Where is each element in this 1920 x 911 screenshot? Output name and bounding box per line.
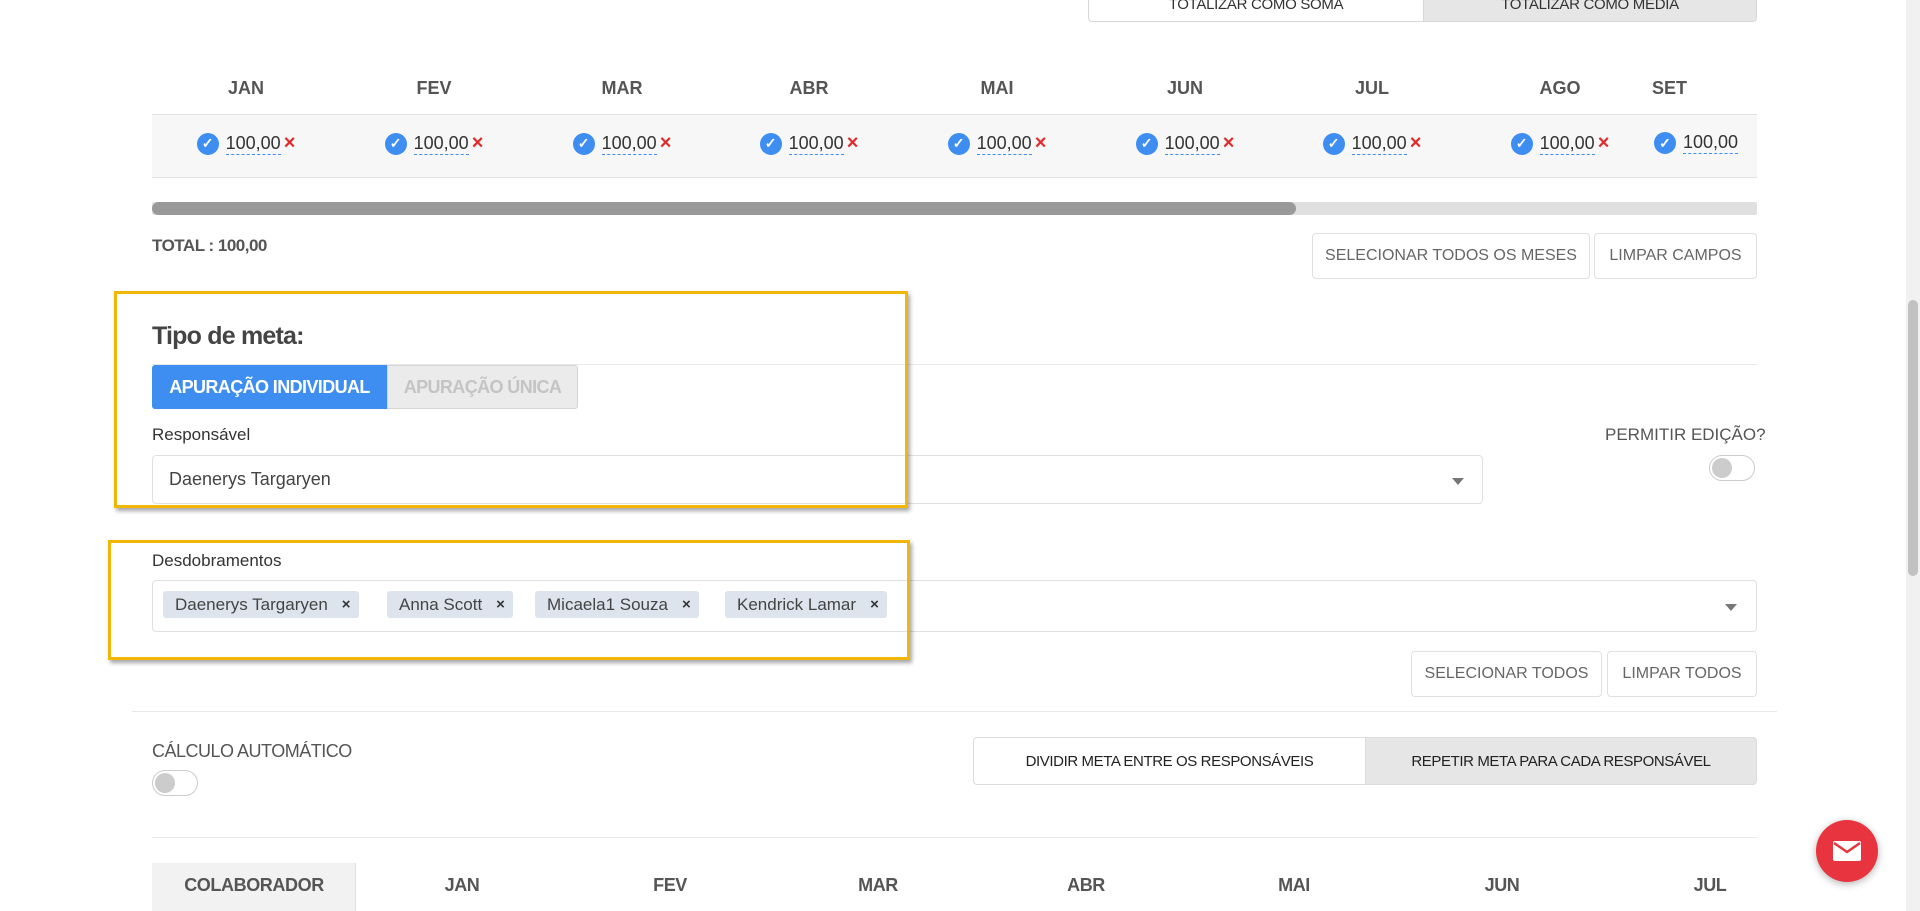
close-icon[interactable]: × — [1598, 132, 1610, 155]
allow-edit-label: PERMITIR EDIÇÃO? — [1605, 425, 1766, 444]
month-value-cell: ✓ 100,00 × — [1091, 132, 1279, 155]
clear-fields-button[interactable]: LIMPAR CAMPOS — [1594, 233, 1757, 279]
month-value-cell: ✓ 100,00 — [1654, 132, 1757, 154]
month-header-mai: MAI — [980, 78, 1014, 98]
check-icon[interactable]: ✓ — [1322, 132, 1345, 155]
check-icon[interactable]: ✓ — [1654, 132, 1676, 154]
vertical-scrollbar-thumb[interactable] — [1908, 300, 1918, 576]
month-value[interactable]: 100,00 — [976, 133, 1032, 155]
col-header-abr: ABR — [1067, 875, 1105, 895]
chevron-down-icon[interactable] — [1725, 604, 1737, 611]
check-icon[interactable]: ✓ — [384, 132, 407, 155]
month-header-ago: AGO — [1539, 78, 1581, 98]
month-header-jul: JUL — [1354, 78, 1389, 98]
month-value-cell: ✓ 100,00 × — [1466, 132, 1654, 155]
month-header-set: SET — [1652, 78, 1688, 98]
totalize-average-button[interactable]: TOTALIZAR COMO MÉDIA — [1423, 0, 1757, 22]
divider — [152, 837, 1757, 838]
split-goal-button[interactable]: DIVIDIR META ENTRE OS RESPONSÁVEIS — [973, 737, 1366, 785]
month-header-abr: ABR — [789, 78, 829, 98]
auto-calc-label: CÁLCULO AUTOMÁTICO — [152, 741, 352, 761]
month-header-jun: JUN — [1166, 78, 1203, 98]
month-value-cell: ✓ 100,00 × — [340, 132, 528, 155]
month-value[interactable]: 100,00 — [1683, 132, 1739, 154]
check-icon[interactable]: ✓ — [759, 132, 782, 155]
collaborator-header: COLABORADOR — [184, 875, 324, 895]
close-icon[interactable]: × — [660, 132, 672, 155]
goal-type-highlight — [114, 291, 908, 508]
check-icon[interactable]: ✓ — [1135, 132, 1158, 155]
collaborator-table-header: COLABORADOR JAN FEV MAR ABR MAI JUN JUL — [152, 863, 1757, 911]
month-value[interactable]: 100,00 — [1351, 133, 1407, 155]
months-table: JAN FEV MAR ABR MAI JUN JUL AGO SET ✓ 10… — [152, 62, 1757, 178]
clear-all-button[interactable]: LIMPAR TODOS — [1607, 651, 1757, 697]
month-value-cell: ✓ 100,00 × — [528, 132, 716, 155]
envelope-icon — [1833, 841, 1861, 861]
breakdowns-highlight — [108, 540, 910, 660]
col-header-mar: MAR — [858, 875, 898, 895]
auto-calc-toggle[interactable] — [152, 770, 198, 796]
month-value-cell: ✓ 100,00 × — [152, 132, 340, 155]
close-icon[interactable]: × — [1223, 132, 1235, 155]
month-value[interactable]: 100,00 — [413, 133, 469, 155]
close-icon[interactable]: × — [1035, 132, 1047, 155]
horizontal-scrollbar-thumb[interactable] — [152, 202, 1296, 215]
total-value: TOTAL : 100,00 — [152, 236, 267, 255]
month-value-cell: ✓ 100,00 × — [1278, 132, 1466, 155]
check-icon[interactable]: ✓ — [196, 132, 219, 155]
select-all-months-button[interactable]: SELECIONAR TODOS OS MESES — [1312, 233, 1590, 279]
month-value-cell: ✓ 100,00 × — [903, 132, 1091, 155]
month-header-mar: MAR — [601, 78, 643, 98]
close-icon[interactable]: × — [847, 132, 859, 155]
col-header-jun: JUN — [1484, 875, 1520, 895]
select-all-button[interactable]: SELECIONAR TODOS — [1411, 651, 1602, 697]
col-header-jan: JAN — [444, 875, 480, 895]
close-icon[interactable]: × — [284, 132, 296, 155]
month-value[interactable]: 100,00 — [788, 133, 844, 155]
chevron-down-icon[interactable] — [1452, 478, 1464, 485]
month-value-cell: ✓ 100,00 × — [715, 132, 903, 155]
col-header-fev: FEV — [653, 875, 687, 895]
close-icon[interactable]: × — [1410, 132, 1422, 155]
month-value[interactable]: 100,00 — [225, 133, 281, 155]
col-header-mai: MAI — [1278, 875, 1310, 895]
close-icon[interactable]: × — [472, 132, 484, 155]
check-icon[interactable]: ✓ — [572, 132, 595, 155]
month-value[interactable]: 100,00 — [1164, 133, 1220, 155]
month-header-fev: FEV — [416, 78, 452, 98]
divider — [132, 711, 1777, 712]
month-value[interactable]: 100,00 — [1539, 133, 1595, 155]
check-icon[interactable]: ✓ — [1510, 132, 1533, 155]
month-value[interactable]: 100,00 — [601, 133, 657, 155]
allow-edit-toggle[interactable] — [1709, 455, 1755, 481]
repeat-goal-button[interactable]: REPETIR META PARA CADA RESPONSÁVEL — [1365, 737, 1757, 785]
contact-button[interactable] — [1816, 820, 1878, 882]
totalize-sum-button[interactable]: TOTALIZAR COMO SOMA — [1088, 0, 1424, 22]
col-header-jul: JUL — [1693, 875, 1727, 895]
check-icon[interactable]: ✓ — [947, 132, 970, 155]
month-header-jan: JAN — [227, 78, 264, 98]
